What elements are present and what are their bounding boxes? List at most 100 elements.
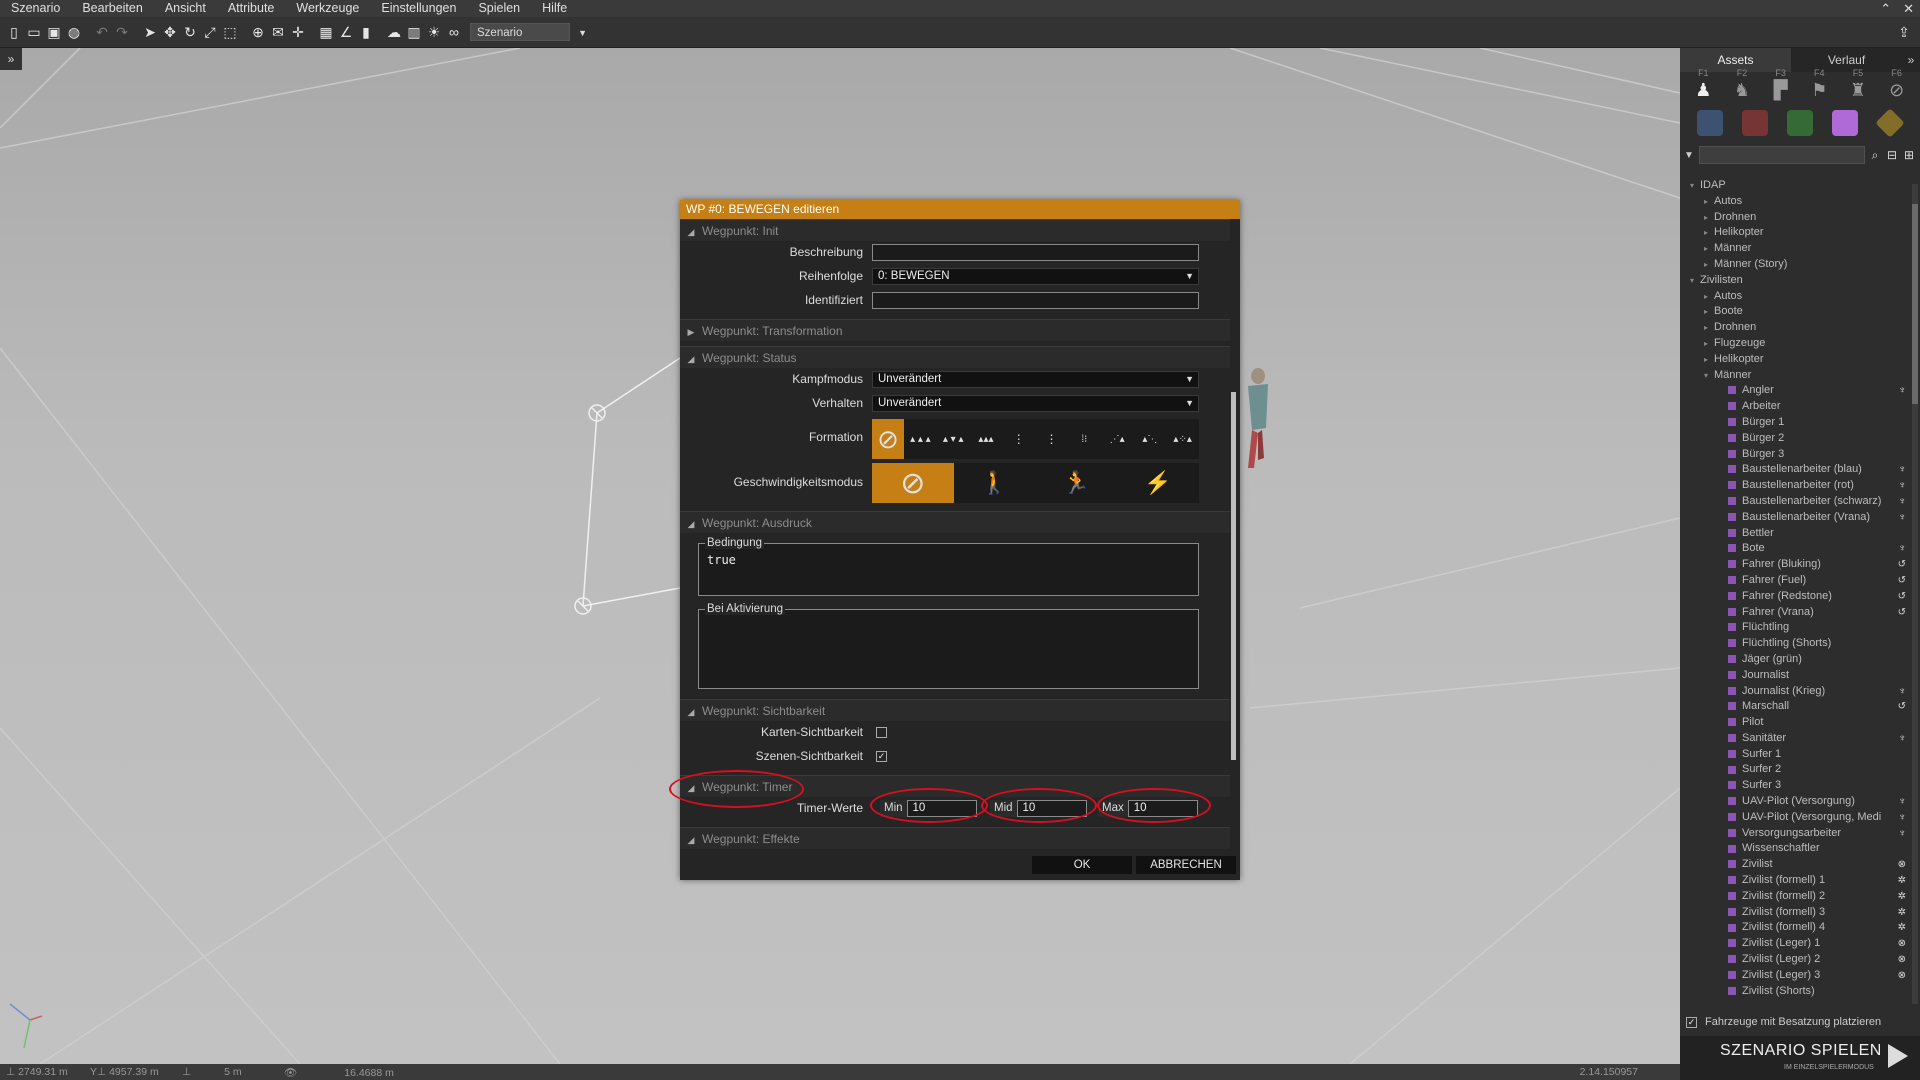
tree-item[interactable]: Bettler — [1680, 526, 1908, 542]
formation-diamond-button[interactable]: ▴⁘▴ — [1166, 419, 1199, 459]
tree-item[interactable]: Fahrer (Fuel) ↺ — [1680, 573, 1908, 589]
timer-min-input[interactable]: 10 — [906, 800, 977, 817]
tree-item[interactable]: ▾ IDAP — [1680, 178, 1908, 194]
faction-blufor-swatch[interactable] — [1697, 110, 1724, 136]
speed-unchanged-button[interactable]: ⊘ — [872, 463, 954, 503]
tree-item[interactable]: ▾ Männer — [1680, 368, 1908, 384]
buildings-icon[interactable]: ▥ — [405, 23, 423, 41]
tree-item[interactable]: UAV-Pilot (Versorgung, Medi ♆ — [1680, 810, 1908, 826]
formation-echelon-button[interactable]: ⋰▴ — [1101, 419, 1134, 459]
tree-item[interactable]: ▾ Zivilisten — [1680, 273, 1908, 289]
formation-file-button[interactable]: ⋮ — [1035, 419, 1068, 459]
section-transformation[interactable]: ▶ Wegpunkt: Transformation — [680, 319, 1230, 341]
tree-item[interactable]: Bote ♆ — [1680, 541, 1908, 557]
share-icon[interactable]: ⇪ — [1895, 23, 1913, 41]
formation-line-button[interactable]: ▴▴▴ — [970, 419, 1003, 459]
world-space-icon[interactable]: ⊕ — [249, 23, 267, 41]
tree-item[interactable]: Baustellenarbeiter (rot) ♆ — [1680, 478, 1908, 494]
waypoint-icon[interactable]: F4 ⚑ — [1804, 68, 1834, 101]
chevron-right-icon[interactable]: ▸ — [1704, 241, 1714, 257]
verhalten-select[interactable]: Unverändert ▼ — [872, 395, 1199, 412]
tree-item[interactable]: UAV-Pilot (Versorgung) ♆ — [1680, 794, 1908, 810]
section-init[interactable]: ◢ Wegpunkt: Init — [680, 219, 1230, 241]
dialog-scrollbar[interactable] — [1231, 222, 1237, 850]
chevron-right-icon[interactable]: ▸ — [1704, 304, 1714, 320]
tree-item[interactable]: Baustellenarbeiter (schwarz) ♆ — [1680, 494, 1908, 510]
area-select-icon[interactable]: ⬚ — [221, 23, 239, 41]
tree-item[interactable]: Zivilist (formell) 2 ✲ — [1680, 889, 1908, 905]
vision-icon[interactable]: ∞ — [445, 23, 463, 41]
menu-spielen[interactable]: Spielen — [467, 0, 531, 17]
play-scenario-button[interactable]: SZENARIO SPIELEN IM EINZELSPIELERMODUS — [1680, 1036, 1920, 1080]
ok-button[interactable]: OK — [1032, 856, 1132, 874]
place-with-crew-checkbox[interactable]: ✓ — [1686, 1016, 1697, 1028]
chevron-right-icon[interactable]: ▸ — [1704, 289, 1714, 305]
crosshair-icon[interactable]: ✛ — [289, 23, 307, 41]
speed-full-button[interactable]: ⚡ — [1117, 463, 1199, 503]
move-icon[interactable]: ✥ — [161, 23, 179, 41]
tree-item[interactable]: ▸ Männer (Story) — [1680, 257, 1908, 273]
angle-snap-icon[interactable]: ∠ — [337, 23, 355, 41]
section-sichtbarkeit[interactable]: ◢ Wegpunkt: Sichtbarkeit — [680, 699, 1230, 721]
tree-item[interactable]: ▸ Autos — [1680, 289, 1908, 305]
tree-item[interactable]: Zivilist (Leger) 3 ⊗ — [1680, 968, 1908, 984]
section-status[interactable]: ◢ Wegpunkt: Status — [680, 346, 1230, 368]
menu-einstellungen[interactable]: Einstellungen — [370, 0, 467, 17]
chevron-right-icon[interactable]: ▸ — [1704, 352, 1714, 368]
globe-save-icon[interactable]: ◍ — [65, 23, 83, 41]
tree-item[interactable]: Journalist — [1680, 668, 1908, 684]
vertical-snap-icon[interactable]: ✉ — [269, 23, 287, 41]
tree-item[interactable]: Sanitäter ♆ — [1680, 731, 1908, 747]
tree-item[interactable]: Versorgungsarbeiter ♆ — [1680, 826, 1908, 842]
tree-item[interactable]: Wissenschaftler — [1680, 841, 1908, 857]
vertical-bar-icon[interactable]: ▮ — [357, 23, 375, 41]
single-unit-icon[interactable]: F1 ♟ — [1688, 68, 1718, 101]
tree-item[interactable]: Fahrer (Vrana) ↺ — [1680, 605, 1908, 621]
no-icon[interactable]: F6 ⊘ — [1882, 68, 1912, 101]
tree-item[interactable]: Pilot — [1680, 715, 1908, 731]
tree-item[interactable]: Surfer 1 — [1680, 747, 1908, 763]
marker-icon[interactable]: F5 ♜ — [1843, 68, 1873, 101]
menu-werkzeuge[interactable]: Werkzeuge — [285, 0, 370, 17]
tree-item[interactable]: Baustellenarbeiter (blau) ♆ — [1680, 462, 1908, 478]
section-effekte[interactable]: ◢ Wegpunkt: Effekte — [680, 827, 1230, 849]
reihenfolge-select[interactable]: 0: BEWEGEN ▼ — [872, 268, 1199, 285]
tree-item[interactable]: Zivilist (Shorts) — [1680, 984, 1908, 1000]
grid-icon[interactable]: ▦ — [317, 23, 335, 41]
chevron-right-icon[interactable]: ▸ — [1704, 194, 1714, 210]
tree-item[interactable]: ▸ Flugzeuge — [1680, 336, 1908, 352]
karten-sichtbarkeit-checkbox[interactable] — [876, 727, 887, 738]
menu-hilfe[interactable]: Hilfe — [531, 0, 578, 17]
expand-panel-button[interactable]: » — [0, 48, 22, 70]
tree-item[interactable]: Arbeiter — [1680, 399, 1908, 415]
tree-item[interactable]: Surfer 3 — [1680, 778, 1908, 794]
tree-item[interactable]: Fahrer (Redstone) ↺ — [1680, 589, 1908, 605]
speed-limited-button[interactable]: 🚶 — [954, 463, 1036, 503]
identifiziert-input[interactable] — [872, 292, 1199, 309]
bei-aktivierung-textarea[interactable]: Bei Aktivierung — [698, 603, 1199, 689]
tree-item[interactable]: Marschall ↺ — [1680, 699, 1908, 715]
chevron-down-icon[interactable]: ▾ — [1704, 368, 1714, 384]
chevron-right-icon[interactable]: ▸ — [1704, 225, 1714, 241]
chevron-right-icon[interactable]: ▸ — [1704, 336, 1714, 352]
chevron-right-icon[interactable]: ▸ — [1704, 257, 1714, 273]
save-icon[interactable]: ▣ — [45, 23, 63, 41]
undo-icon[interactable]: ↶ — [93, 23, 111, 41]
faction-opfor-swatch[interactable] — [1742, 110, 1769, 136]
tree-item[interactable]: ▸ Helikopter — [1680, 352, 1908, 368]
tree-item[interactable]: Zivilist (formell) 1 ✲ — [1680, 873, 1908, 889]
chevron-down-icon[interactable]: ▾ — [1690, 178, 1700, 194]
tree-item[interactable]: Fahrer (Bluking) ↺ — [1680, 557, 1908, 573]
chevron-right-icon[interactable]: ▸ — [1704, 210, 1714, 226]
close-icon[interactable]: ✕ — [1903, 0, 1914, 17]
tree-item[interactable]: Zivilist (Leger) 2 ⊗ — [1680, 952, 1908, 968]
tree-item[interactable]: ▸ Boote — [1680, 304, 1908, 320]
chevron-down-icon[interactable]: ▼ — [1684, 150, 1696, 161]
timer-max-input[interactable]: 10 — [1127, 800, 1198, 817]
scale-icon[interactable]: ⤢ — [201, 23, 219, 41]
szenen-sichtbarkeit-checkbox[interactable]: ✓ — [876, 751, 887, 762]
tree-item[interactable]: ▸ Autos — [1680, 194, 1908, 210]
menu-ansicht[interactable]: Ansicht — [154, 0, 217, 17]
tree-item[interactable]: Angler ♆ — [1680, 383, 1908, 399]
section-ausdruck[interactable]: ◢ Wegpunkt: Ausdruck — [680, 511, 1230, 533]
